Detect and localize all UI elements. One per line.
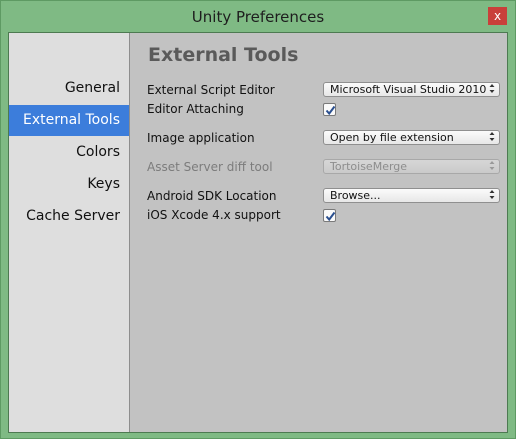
sidebar-item-keys[interactable]: Keys (9, 169, 129, 200)
android-sdk-dropdown[interactable]: Browse... (323, 188, 500, 203)
sidebar-item-colors[interactable]: Colors (9, 137, 129, 168)
image-application-label: Image application (147, 131, 255, 145)
android-sdk-label: Android SDK Location (147, 189, 277, 203)
settings-panel: External Tools External Script Editor Mi… (131, 33, 507, 432)
asset-server-diff-value: TortoiseMerge (330, 160, 408, 173)
android-sdk-value: Browse... (330, 189, 381, 202)
checkmark-icon (325, 105, 336, 116)
external-script-editor-label: External Script Editor (147, 83, 275, 97)
external-script-editor-dropdown[interactable]: Microsoft Visual Studio 2010 (323, 82, 500, 97)
asset-server-diff-dropdown: TortoiseMerge (323, 159, 500, 174)
window-title: Unity Preferences (191, 8, 325, 26)
sidebar: General External Tools Colors Keys Cache… (9, 33, 130, 432)
close-icon: x (493, 9, 502, 23)
chevron-updown-icon (489, 160, 495, 173)
page-title: External Tools (148, 44, 299, 66)
ios-xcode-label: iOS Xcode 4.x support (147, 208, 281, 222)
editor-attaching-checkbox[interactable] (323, 103, 336, 116)
checkmark-icon (325, 211, 336, 222)
image-application-dropdown[interactable]: Open by file extension (323, 130, 500, 145)
image-application-value: Open by file extension (330, 131, 454, 144)
client-area: General External Tools Colors Keys Cache… (8, 32, 508, 433)
chevron-updown-icon (489, 189, 495, 202)
close-button[interactable]: x (488, 7, 507, 25)
editor-attaching-label: Editor Attaching (147, 102, 244, 116)
chevron-updown-icon (489, 83, 495, 96)
title-bar[interactable]: Unity Preferences x (1, 1, 515, 32)
chevron-updown-icon (489, 131, 495, 144)
sidebar-item-general[interactable]: General (9, 73, 129, 104)
preferences-window: Unity Preferences x General External Too… (0, 0, 516, 439)
asset-server-diff-label: Asset Server diff tool (147, 160, 273, 174)
sidebar-item-external-tools[interactable]: External Tools (9, 105, 129, 136)
sidebar-item-cache-server[interactable]: Cache Server (9, 201, 129, 232)
ios-xcode-checkbox[interactable] (323, 209, 336, 222)
external-script-editor-value: Microsoft Visual Studio 2010 (330, 83, 487, 96)
